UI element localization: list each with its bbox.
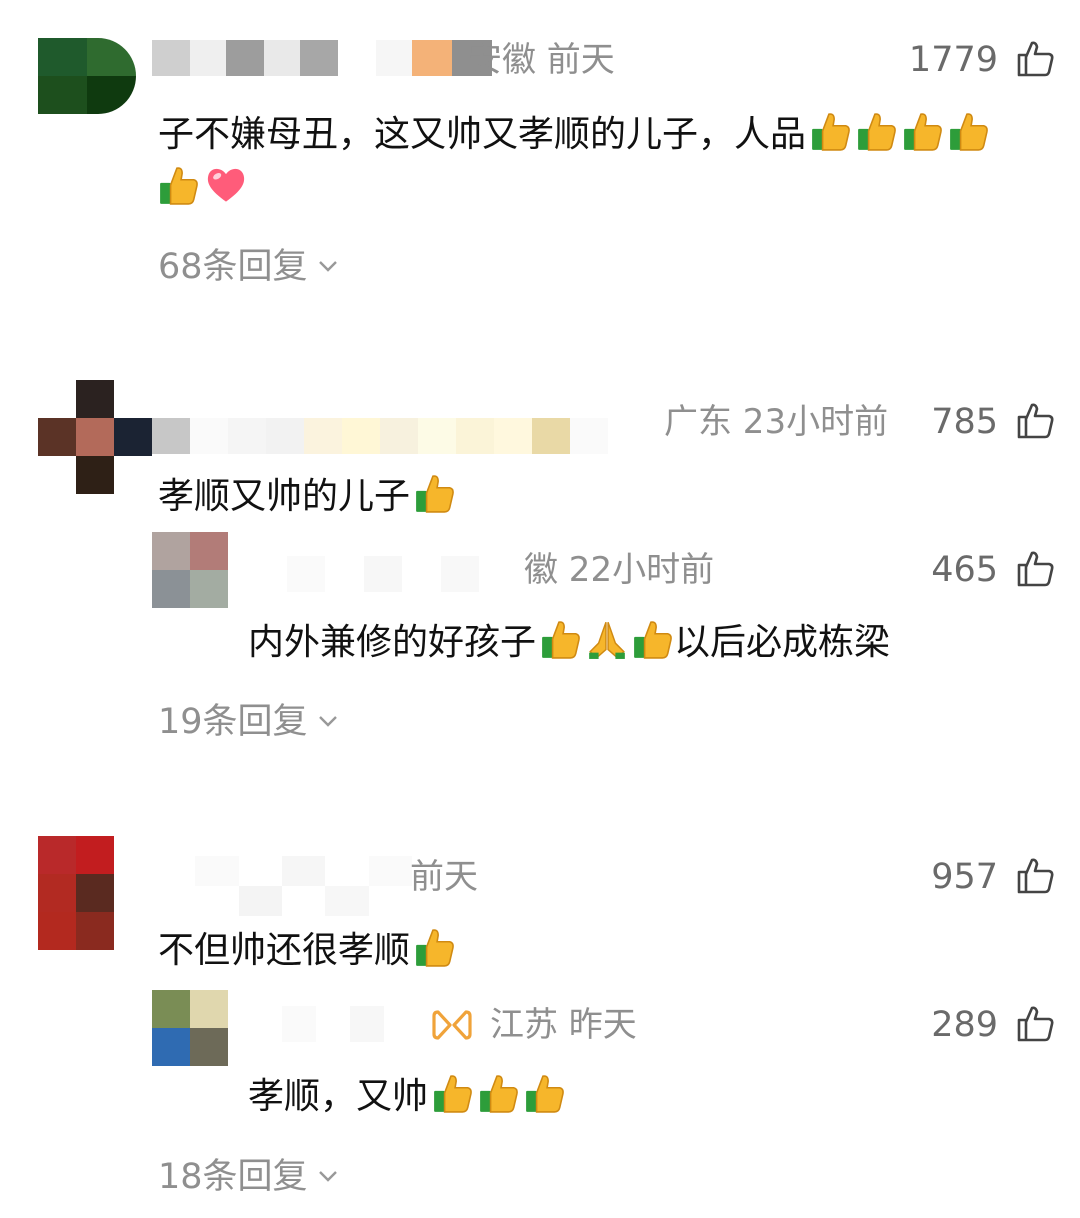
reply-text-content: 孝顺，又帅 xyxy=(248,1076,429,1117)
thumbs-up-emoji xyxy=(810,110,852,152)
reply-text-b: 以后必成栋梁 xyxy=(674,622,891,663)
reply-username-obscured[interactable] xyxy=(248,556,518,592)
comment-text: 孝顺又帅的儿子 xyxy=(158,472,456,515)
avatar[interactable] xyxy=(38,836,114,950)
thumbs-up-outline-icon[interactable] xyxy=(1016,400,1056,440)
like-count: 957 xyxy=(931,857,998,897)
thumbs-up-emoji xyxy=(432,1072,474,1114)
replies-label: 68条回复 xyxy=(158,247,308,287)
thumbs-up-emoji xyxy=(524,1072,566,1114)
folded-hands-emoji xyxy=(586,618,628,660)
thumbs-up-emoji xyxy=(414,472,456,514)
comment-text: 子不嫌母丑，这又帅又孝顺的儿子，人品 xyxy=(158,110,990,153)
comment-text-content: 子不嫌母丑，这又帅又孝顺的儿子，人品 xyxy=(158,114,807,155)
thumbs-up-emoji xyxy=(414,926,456,968)
comment-text: 不但帅还很孝顺 xyxy=(158,926,456,969)
reply-text-a: 内外兼修的好孩子 xyxy=(248,622,537,663)
thumbs-up-emoji xyxy=(540,618,582,660)
view-replies-button[interactable]: 19条回复 xyxy=(158,705,338,740)
username-obscured[interactable] xyxy=(152,40,492,76)
thumbs-up-emoji xyxy=(902,110,944,152)
comment-meta: 安徽 前天 xyxy=(468,40,615,80)
replies-label: 19条回复 xyxy=(158,702,308,742)
chevron-down-icon xyxy=(318,261,337,272)
view-replies-button[interactable]: 18条回复 xyxy=(158,1160,338,1195)
comment-text-content: 孝顺又帅的儿子 xyxy=(158,476,411,517)
reply-like-count: 289 xyxy=(931,1005,998,1045)
chevron-down-icon xyxy=(318,1171,337,1182)
comment-text-content: 不但帅还很孝顺 xyxy=(158,930,411,971)
reply-username-obscured[interactable] xyxy=(248,1006,418,1042)
thumbs-up-emoji xyxy=(856,110,898,152)
thumbs-up-emoji xyxy=(948,110,990,152)
thumbs-up-emoji xyxy=(158,164,200,206)
reply-avatar[interactable] xyxy=(152,532,228,608)
thumbs-up-emoji xyxy=(478,1072,520,1114)
username-obscured[interactable] xyxy=(152,418,612,454)
comment-meta: 广东 23小时前 xyxy=(664,402,889,442)
thumbs-up-outline-icon[interactable] xyxy=(1016,38,1056,78)
like-count: 1779 xyxy=(908,40,998,80)
reply-text: 孝顺，又帅 xyxy=(248,1072,566,1115)
thumbs-up-emoji xyxy=(632,618,674,660)
comment-text-line2 xyxy=(158,162,246,207)
thumbs-up-outline-icon[interactable] xyxy=(1016,1003,1056,1043)
reply-text: 内外兼修的好孩子 以后必成栋梁 xyxy=(248,618,890,661)
reply-meta: 江苏 昨天 xyxy=(490,1005,637,1045)
replies-label: 18条回复 xyxy=(158,1157,308,1197)
heart-emoji xyxy=(204,162,246,204)
vip-badge-icon xyxy=(432,1010,472,1040)
comment-meta: 前天 xyxy=(410,857,478,897)
reply-meta: 徽 22小时前 xyxy=(524,550,715,590)
thumbs-up-outline-icon[interactable] xyxy=(1016,548,1056,588)
chevron-down-icon xyxy=(318,716,337,727)
username-obscured[interactable] xyxy=(152,856,412,916)
like-count: 785 xyxy=(931,402,998,442)
reply-avatar[interactable] xyxy=(152,990,228,1066)
avatar[interactable] xyxy=(38,38,136,114)
reply-like-count: 465 xyxy=(931,550,998,590)
avatar[interactable] xyxy=(38,380,152,494)
view-replies-button[interactable]: 68条回复 xyxy=(158,250,338,285)
thumbs-up-outline-icon[interactable] xyxy=(1016,855,1056,895)
